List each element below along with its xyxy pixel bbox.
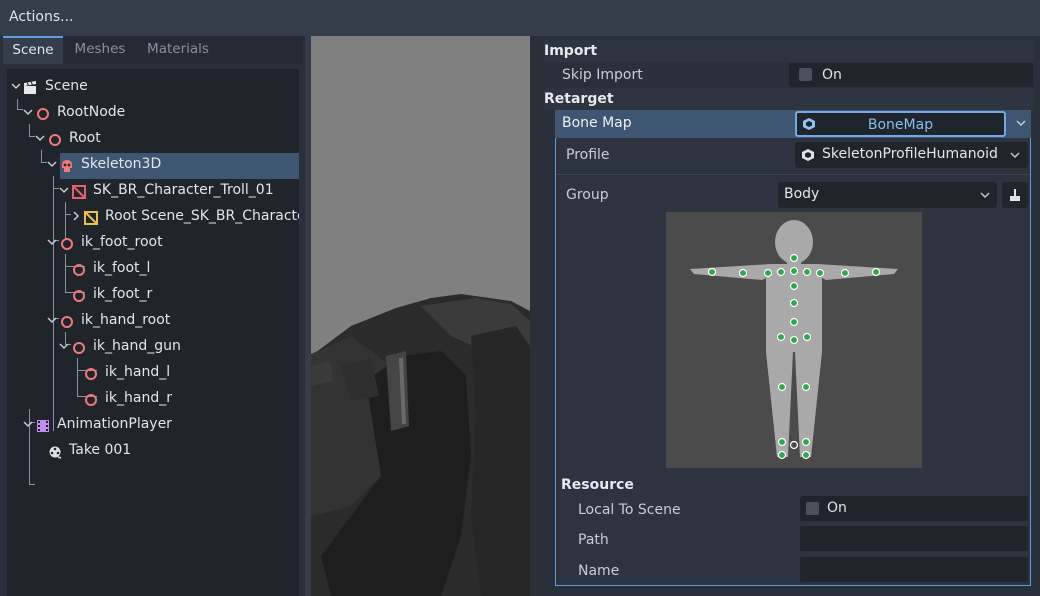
tab-materials[interactable]: Materials [139, 36, 217, 64]
bone-map-dropdown-chevron-icon[interactable] [1015, 117, 1027, 129]
path-field[interactable] [800, 526, 1028, 551]
scene-tabs: Scene Meshes Materials [3, 36, 303, 64]
bone-map-editor: Profile SkeletonProfileHumanoid Group Bo… [555, 138, 1031, 586]
mesh-instance-icon [84, 209, 98, 225]
tree-item-mesh-troll[interactable]: SK_BR_Character_Troll_01 [7, 178, 297, 202]
panel-splitter[interactable] [530, 36, 538, 596]
skip-import-field: On [789, 63, 1033, 87]
node3d-icon [72, 287, 86, 302]
actions-menu[interactable]: Actions... [9, 9, 74, 25]
clapper-icon [23, 79, 37, 94]
tree-item-rootnode[interactable]: RootNode [7, 100, 297, 124]
profile-label: Profile [566, 147, 610, 163]
brush-icon [1008, 188, 1022, 202]
skip-import-checkbox[interactable] [799, 68, 812, 81]
node3d-icon [36, 105, 50, 120]
chevron-down-icon[interactable] [47, 237, 57, 247]
local-to-scene-checkbox[interactable] [806, 502, 819, 515]
film-icon [36, 417, 50, 432]
node3d-icon [72, 339, 86, 354]
scene-panel: Scene Meshes Materials Scene RootNode Ro… [0, 36, 305, 596]
chevron-down-icon[interactable] [59, 185, 69, 195]
tree-item-root-scene[interactable]: Root Scene_SK_BR_Character_ [7, 204, 299, 228]
bone-map-resource-field[interactable]: BoneMap [795, 111, 1006, 137]
tree-item-scene[interactable]: Scene [7, 74, 297, 98]
tree-item-ik-foot-r[interactable]: ik_foot_r [7, 282, 297, 306]
path-label: Path [578, 532, 609, 548]
retarget-section-header[interactable]: Retarget [544, 88, 1034, 110]
chevron-right-icon[interactable] [71, 211, 81, 221]
node3d-icon [60, 313, 74, 328]
tree-item-ik-hand-l[interactable]: ik_hand_l [7, 360, 297, 384]
chevron-down-icon[interactable] [23, 419, 33, 429]
name-field[interactable] [800, 557, 1028, 582]
skeleton-profile-icon [801, 148, 815, 162]
chevron-down-icon[interactable] [23, 107, 33, 117]
group-dropdown[interactable]: Body [778, 182, 997, 208]
chevron-down-icon[interactable] [47, 159, 57, 169]
tab-meshes[interactable]: Meshes [67, 36, 133, 64]
node3d-icon [48, 131, 62, 146]
3d-viewport[interactable] [311, 36, 530, 596]
tree-item-root[interactable]: Root [7, 126, 297, 150]
tree-item-ik-foot-l[interactable]: ik_foot_l [7, 256, 297, 280]
tree-item-skeleton3d[interactable]: Skeleton3D [7, 152, 297, 176]
group-label: Group [566, 187, 609, 203]
node3d-icon [84, 391, 98, 406]
import-section-header[interactable]: Import [544, 40, 1034, 62]
chevron-down-icon [979, 189, 991, 201]
resource-section-header[interactable]: Resource [561, 477, 634, 493]
node3d-icon [72, 261, 86, 276]
profile-dropdown[interactable]: SkeletonProfileHumanoid [795, 142, 1028, 168]
local-to-scene-field: On [800, 496, 1028, 521]
local-to-scene-label: Local To Scene [578, 502, 681, 518]
chevron-down-icon[interactable] [11, 81, 21, 91]
tree-item-ik-hand-gun[interactable]: ik_hand_gun [7, 334, 297, 358]
actions-menu-bar: Actions... [0, 0, 1040, 36]
group-texture-button[interactable] [1002, 182, 1028, 208]
mesh-icon [72, 183, 86, 199]
node3d-icon [60, 235, 74, 250]
import-inspector: Import Skip Import On Retarget Bone Map … [538, 36, 1040, 596]
troll-model-render [311, 294, 530, 596]
tree-item-ik-foot-root[interactable]: ik_foot_root [7, 230, 297, 254]
divider [556, 174, 1030, 175]
bone-markers [707, 253, 881, 460]
chevron-down-icon [1009, 149, 1021, 161]
chevron-down-icon[interactable] [35, 133, 45, 143]
tree-item-ik-hand-r[interactable]: ik_hand_r [7, 386, 297, 410]
humanoid-bone-map-canvas[interactable] [666, 212, 922, 468]
scene-tree: Scene RootNode Root Skeleton3D SK_BR_Cha… [7, 69, 299, 596]
tab-scene[interactable]: Scene [3, 36, 63, 64]
name-label: Name [578, 563, 620, 579]
tree-item-take-001[interactable]: Take 001 [7, 438, 297, 462]
node3d-icon [84, 365, 98, 380]
tree-item-animationplayer[interactable]: AnimationPlayer [7, 412, 297, 436]
animation-icon [48, 443, 62, 459]
skip-import-label: Skip Import [562, 67, 643, 83]
chevron-down-icon[interactable] [59, 341, 69, 351]
chevron-down-icon[interactable] [47, 315, 57, 325]
skeleton-icon [60, 157, 74, 172]
tree-item-ik-hand-root[interactable]: ik_hand_root [7, 308, 297, 332]
